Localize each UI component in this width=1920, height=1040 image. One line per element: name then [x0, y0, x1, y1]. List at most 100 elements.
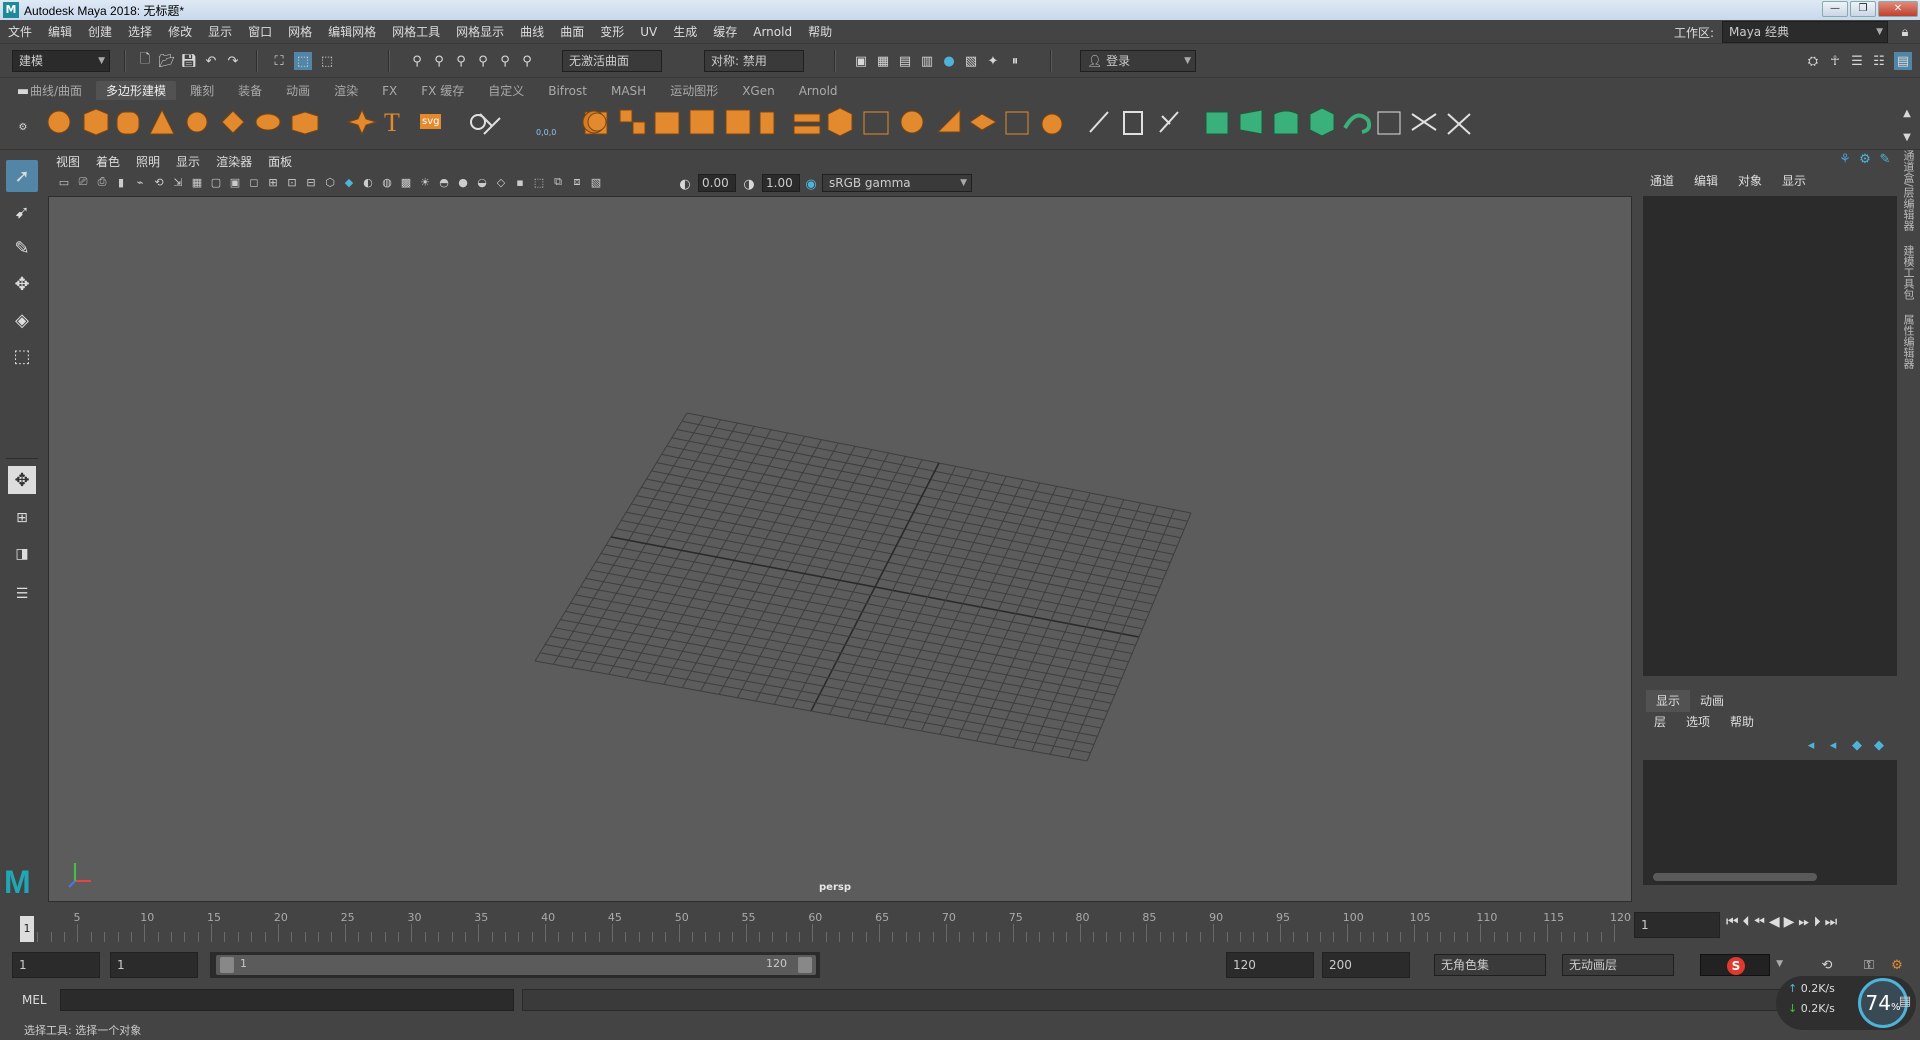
shelf-tab-8[interactable]: 自定义: [478, 81, 534, 101]
live-surface-field[interactable]: 无激活曲面: [562, 50, 662, 72]
viewport-menu-item-5[interactable]: 面板: [260, 152, 300, 172]
menu-item-12[interactable]: 曲面: [552, 20, 592, 44]
modeling-toolkit-icon[interactable]: ⛭: [1804, 52, 1822, 70]
open-scene-icon[interactable]: 📂︎: [158, 52, 176, 70]
menu-item-2[interactable]: 创建: [80, 20, 120, 44]
snap-point-icon[interactable]: ⚲: [452, 52, 470, 70]
menu-item-11[interactable]: 曲线: [512, 20, 552, 44]
viewport-tool-icon-16[interactable]: ◐: [360, 176, 376, 189]
viewport-tool-icon-25[interactable]: ⬚: [531, 176, 547, 189]
side-tab-0[interactable]: 通道盒/层编辑器: [1900, 150, 1916, 231]
viewport-tool-icon-6[interactable]: ⇲: [170, 176, 186, 189]
tool-settings-toggle-icon[interactable]: ✎: [1876, 150, 1894, 168]
attribute-toggle-icon[interactable]: ⚙: [1856, 150, 1874, 168]
menu-item-0[interactable]: 文件: [0, 20, 40, 44]
select-object-icon[interactable]: ⬚: [294, 52, 312, 70]
time-slider[interactable]: 5 10 15 20 25 30 35 40 45 50 55 60 65 70 75 80 85 90 95 100…: [14, 910, 1631, 942]
shelf-tab-10[interactable]: MASH: [601, 81, 656, 101]
viewport-tool-icon-0[interactable]: ▭: [56, 176, 72, 189]
move-tool-icon[interactable]: ✥: [6, 268, 38, 300]
range-slider[interactable]: 1 120: [210, 952, 820, 978]
viewport-tool-icon-17[interactable]: ◍: [379, 176, 395, 189]
snap-vertex-icon[interactable]: ⚲: [518, 52, 536, 70]
move-layer-up-icon[interactable]: ◂: [1802, 736, 1820, 754]
channel-box-icon[interactable]: ▤: [1894, 52, 1912, 70]
viewport-tool-icon-14[interactable]: ⬡: [322, 176, 338, 189]
shelf-tab-1[interactable]: 多边形建模: [96, 81, 177, 101]
current-time-marker[interactable]: 1: [20, 916, 34, 942]
layer-menu-item-1[interactable]: 选项: [1676, 712, 1720, 732]
viewport-tool-icon-3[interactable]: ▮: [113, 176, 129, 189]
login-dropdown[interactable]: 👤︎ 登录 ▼: [1080, 50, 1196, 72]
viewport-tool-icon-12[interactable]: ⊡: [284, 176, 300, 189]
layer-list[interactable]: [1643, 760, 1897, 885]
scene-end-field[interactable]: 200: [1322, 952, 1410, 978]
viewport-tool-icon-5[interactable]: ⟲: [151, 176, 167, 189]
menu-item-3[interactable]: 选择: [120, 20, 160, 44]
range-end-handle[interactable]: [798, 957, 812, 973]
view-transform-dropdown[interactable]: sRGB gamma ▼: [822, 174, 972, 192]
range-start-handle[interactable]: [220, 957, 234, 973]
shelf-tab-9[interactable]: Bifrost: [538, 81, 597, 101]
shelf-menu-icon[interactable]: ▬: [14, 82, 32, 100]
four-view-icon[interactable]: ⊞: [6, 502, 38, 534]
pause-viewport-icon[interactable]: ⏸: [1006, 52, 1024, 70]
viewport-tool-icon-27[interactable]: ⧈: [569, 175, 585, 189]
viewport-tool-icon-7[interactable]: ▦: [189, 176, 205, 189]
menu-item-7[interactable]: 网格: [280, 20, 320, 44]
anim-layer-dropdown[interactable]: 无动画层: [1562, 954, 1674, 976]
scale-tool-icon[interactable]: ⬚: [6, 340, 38, 372]
undo-icon[interactable]: ↶: [202, 52, 220, 70]
playback-end-field[interactable]: 120: [1226, 952, 1314, 978]
menu-item-13[interactable]: 变形: [592, 20, 632, 44]
shelf-tab-13[interactable]: Arnold: [789, 81, 848, 101]
playback-start-field[interactable]: 1: [110, 952, 198, 978]
channel-menu-item-2[interactable]: 对象: [1728, 170, 1772, 192]
mel-input[interactable]: [60, 989, 514, 1011]
current-frame-field[interactable]: 1: [1634, 912, 1720, 938]
render-frame-icon[interactable]: ▦: [874, 52, 892, 70]
viewport-tool-icon-10[interactable]: ◻: [246, 176, 262, 189]
step-back-key-icon[interactable]: ⏪︎: [1754, 914, 1765, 930]
shelf-tab-6[interactable]: FX: [372, 81, 407, 101]
paint-select-tool-icon[interactable]: ✎: [6, 232, 38, 264]
range-slider-bar[interactable]: 1 120: [216, 955, 816, 975]
viewport-tool-icon-15[interactable]: ◆: [341, 176, 357, 189]
viewport-tool-icon-4[interactable]: ⌁: [132, 176, 148, 189]
menu-set-dropdown[interactable]: 建模 ▼: [12, 50, 110, 72]
exposure-field[interactable]: 0.00: [698, 174, 736, 192]
viewport-menu-item-4[interactable]: 渲染器: [208, 152, 260, 172]
menu-item-17[interactable]: Arnold: [745, 20, 800, 44]
persp-outliner-icon[interactable]: ◨: [6, 538, 38, 570]
viewport-tool-icon-13[interactable]: ⊟: [303, 176, 319, 189]
gamma-icon[interactable]: ◑: [740, 175, 758, 193]
shelf-scroll-down-icon[interactable]: ▼: [1898, 128, 1916, 146]
shelf-tab-11[interactable]: 运动图形: [660, 81, 728, 101]
menu-item-18[interactable]: 帮助: [800, 20, 840, 44]
menu-item-8[interactable]: 编辑网格: [320, 20, 384, 44]
gamma-field[interactable]: 1.00: [762, 174, 800, 192]
new-layer-icon[interactable]: ◆: [1848, 736, 1866, 754]
loop-icon[interactable]: ⟲: [1818, 956, 1836, 974]
side-tab-1[interactable]: 建模工具包: [1900, 245, 1916, 300]
step-back-frame-icon[interactable]: ⏴: [1743, 914, 1750, 930]
viewport-tool-icon-21[interactable]: ●: [455, 176, 471, 189]
viewport-tool-icon-8[interactable]: ▢: [208, 176, 224, 189]
viewport-tool-icon-24[interactable]: ▪: [512, 176, 528, 189]
new-scene-icon[interactable]: 🗋: [136, 52, 154, 70]
snap-view-icon[interactable]: ⚲: [474, 52, 492, 70]
attribute-editor-icon[interactable]: ☰: [1848, 52, 1866, 70]
channel-menu-item-1[interactable]: 编辑: [1684, 170, 1728, 192]
perspective-viewport[interactable]: persp: [48, 196, 1632, 902]
new-layer-selected-icon[interactable]: ◆: [1870, 736, 1888, 754]
outliner-icon[interactable]: ☰: [6, 578, 38, 610]
shelf-tab-2[interactable]: 雕刻: [180, 81, 224, 101]
auto-key-icon[interactable]: ⚿: [1860, 956, 1878, 974]
menu-item-14[interactable]: UV: [632, 20, 665, 44]
workspace-dropdown[interactable]: Maya 经典 ▼: [1722, 21, 1888, 43]
world-coord-icon[interactable]: 0,0,0: [536, 128, 556, 137]
play-forward-icon[interactable]: ▶: [1784, 914, 1795, 930]
channel-menu-item-0[interactable]: 通道: [1640, 170, 1684, 192]
viewport-tool-icon-18[interactable]: ▩: [398, 176, 414, 189]
hypershade-icon[interactable]: ●: [940, 52, 958, 70]
